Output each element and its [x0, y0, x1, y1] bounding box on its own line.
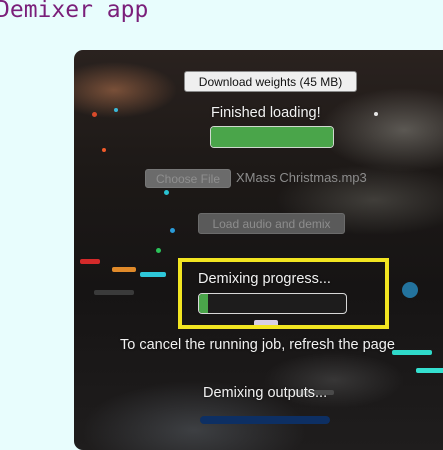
demixing-progress-bar [198, 293, 347, 314]
demixing-progress-fill [199, 294, 208, 313]
loading-progress-fill [211, 127, 333, 147]
cancel-hint: To cancel the running job, refresh the p… [120, 337, 395, 353]
choose-file-button[interactable]: Choose File [145, 169, 231, 188]
selected-file-name: XMass Christmas.mp3 [236, 170, 367, 185]
load-and-demix-button[interactable]: Load audio and demix [198, 213, 345, 234]
loading-status: Finished loading! [211, 105, 321, 121]
demixing-outputs-label: Demixing outputs... [203, 385, 328, 401]
demixing-outputs-bar [200, 416, 330, 424]
app-title: Demixer app [0, 0, 149, 23]
loading-progress-bar [210, 126, 334, 148]
download-weights-button[interactable]: Download weights (45 MB) [184, 71, 357, 92]
demixer-panel: Download weights (45 MB) Finished loadin… [74, 50, 443, 450]
demixing-progress-label: Demixing progress... [198, 271, 331, 287]
